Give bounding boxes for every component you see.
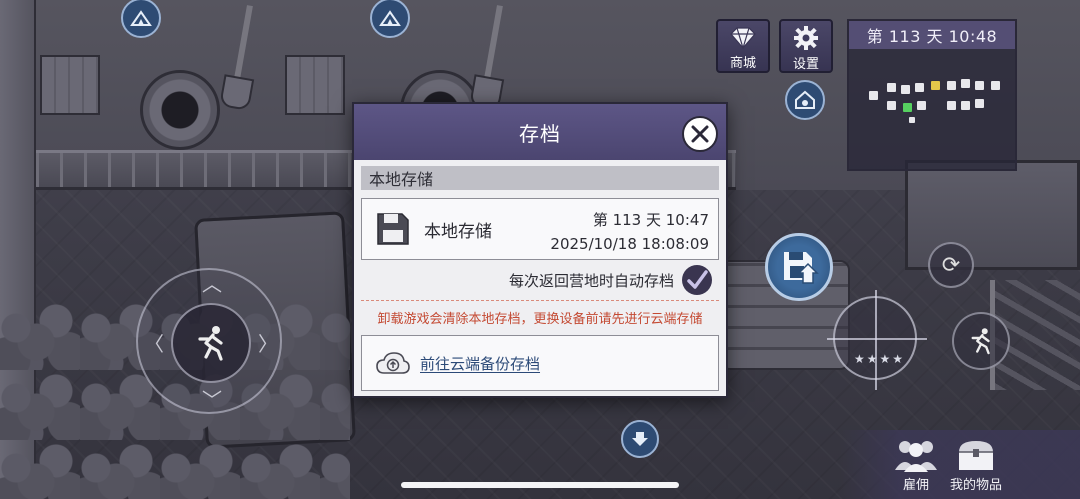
- shop-label: 商城: [729, 56, 756, 71]
- auto-save-label: 每次返回营地时自动存档: [508, 271, 674, 290]
- cloud-upload-icon: [376, 352, 410, 374]
- exit-down-icon[interactable]: [621, 420, 659, 458]
- save-game-button[interactable]: [765, 233, 833, 301]
- minimap-marker: [917, 101, 926, 110]
- gear-icon: [791, 25, 821, 51]
- cloud-backup-link[interactable]: 前往云端备份存档: [420, 353, 540, 374]
- dialog-title: 存档: [519, 121, 561, 146]
- joystick-right-icon: 〉: [258, 332, 278, 356]
- joystick-down-icon: ﹀: [202, 388, 222, 412]
- running-man-icon: [971, 328, 990, 355]
- movement-joystick[interactable]: ︿ ﹀ 〈 〉: [136, 268, 282, 414]
- floppy-disk-icon: [377, 213, 409, 245]
- minimap-marker: [961, 101, 970, 110]
- minimap-marker: [887, 83, 896, 92]
- checkmark-icon: [687, 270, 708, 289]
- hire-label: 雇佣: [902, 478, 929, 493]
- minimap-marker: [901, 85, 910, 94]
- diamond-icon: [728, 25, 758, 50]
- auto-save-row[interactable]: 每次返回营地时自动存档: [354, 260, 726, 300]
- sprint-button[interactable]: [952, 312, 1010, 370]
- slot-date: 2025/10/18 18:08:09: [550, 235, 709, 253]
- uninstall-warning: 卸载游戏会清除本地存档，更换设备前请先进行云端存储: [377, 312, 703, 327]
- cloud-backup-row[interactable]: 前往云端备份存档: [361, 335, 719, 391]
- local-storage-header: 本地存储: [361, 166, 719, 190]
- rotate-icon[interactable]: ⟳: [928, 242, 974, 288]
- save-dialog: 存档 本地存储 本地存储 第 113 天 10:47 2025/10/18 18…: [352, 102, 728, 398]
- minimap-marker: [961, 79, 970, 88]
- people-icon: [892, 437, 940, 473]
- slot-day-time: 第 113 天 10:47: [592, 211, 709, 229]
- floppy-upload-icon: [784, 252, 819, 284]
- stone-well: [140, 70, 220, 150]
- slot-name: 本地存储: [424, 221, 492, 242]
- close-icon: [691, 125, 709, 143]
- dog-house-icon[interactable]: [785, 80, 825, 120]
- wood-crate: [40, 55, 100, 115]
- day-time-display: 第 113 天 10:48: [849, 21, 1015, 49]
- weapon-stars: ★★★★: [854, 352, 906, 366]
- minimap-marker: [975, 81, 984, 90]
- hire-button[interactable]: 雇佣: [892, 437, 940, 493]
- my-items-label: 我的物品: [950, 478, 1003, 493]
- minimap-marker: [869, 91, 878, 100]
- minimap-marker: [915, 83, 924, 92]
- home-indicator[interactable]: [401, 482, 679, 488]
- minimap-marker: [947, 101, 956, 110]
- my-items-button[interactable]: 我的物品: [950, 437, 1002, 493]
- joystick-left-icon: 〈: [144, 332, 164, 356]
- minimap[interactable]: [867, 71, 1007, 141]
- joystick-up-icon: ︿: [202, 272, 222, 296]
- settings-button[interactable]: 设置: [779, 19, 833, 73]
- attack-target-button[interactable]: [827, 290, 927, 390]
- local-save-slot[interactable]: 本地存储 第 113 天 10:47 2025/10/18 18:08:09: [361, 198, 719, 260]
- minimap-marker: [947, 81, 956, 90]
- auto-save-checkbox[interactable]: [682, 265, 712, 295]
- settings-label: 设置: [792, 57, 819, 72]
- close-button[interactable]: [682, 116, 718, 152]
- minimap-marker: [887, 101, 896, 110]
- slot-info: 第 113 天 10:47 2025/10/18 18:08:09: [550, 208, 709, 256]
- wood-crate: [285, 55, 345, 115]
- minimap-marker: [931, 81, 940, 90]
- divider: [361, 300, 719, 301]
- running-man-icon: [171, 303, 251, 383]
- dialog-header: 存档: [354, 104, 726, 160]
- minimap-marker: [991, 81, 1000, 90]
- minimap-panel[interactable]: 第 113 天 10:48: [847, 19, 1017, 171]
- minimap-player-marker: [903, 103, 912, 112]
- chest-icon: [952, 437, 1000, 473]
- shop-button[interactable]: 商城: [716, 19, 770, 73]
- minimap-marker: [909, 117, 915, 123]
- minimap-marker: [975, 99, 984, 108]
